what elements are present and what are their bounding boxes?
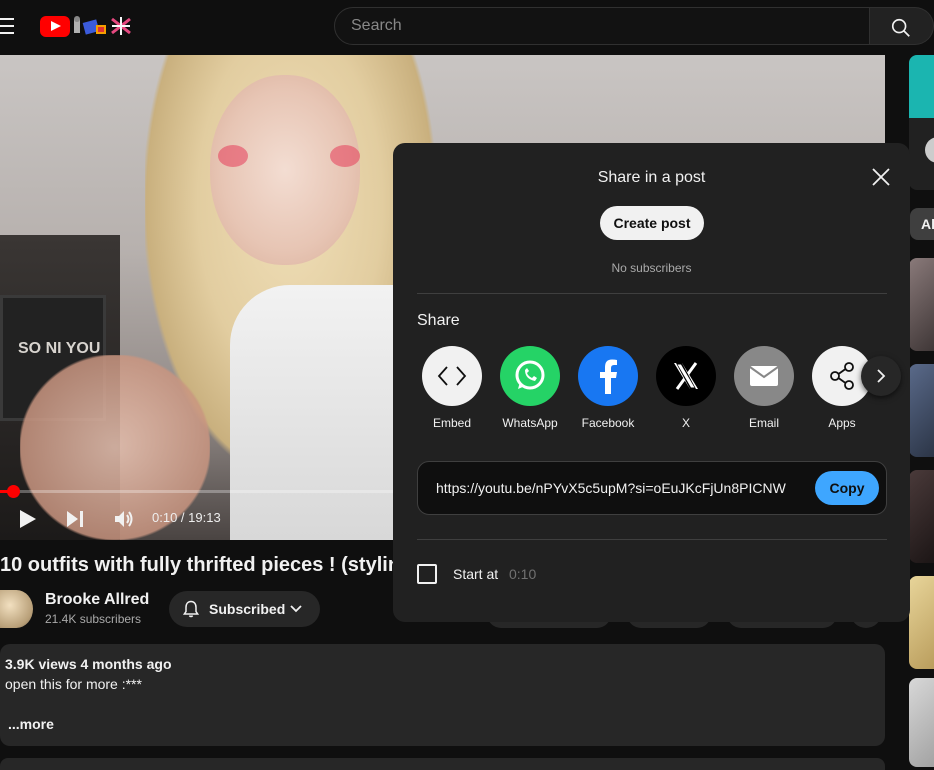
subscribed-button[interactable]: Subscribed <box>169 591 320 627</box>
recommendation-thumbnail[interactable] <box>909 258 934 351</box>
share-target-label: X <box>681 416 690 430</box>
search-input[interactable] <box>351 17 831 35</box>
share-target-label: Email <box>748 416 779 430</box>
start-at-label: Start at <box>453 566 499 582</box>
divider <box>417 293 887 294</box>
view-count-date: 3.9K views 4 months ago <box>5 656 172 672</box>
comments-header <box>0 758 885 770</box>
recommendation-thumbnail[interactable] <box>909 364 934 457</box>
top-bar <box>0 0 934 55</box>
share-target-label: Apps <box>828 416 856 430</box>
chevron-right-icon <box>877 369 886 383</box>
youtube-logo[interactable] <box>40 16 70 37</box>
video-subject-face <box>210 75 360 265</box>
search-button[interactable] <box>870 7 934 45</box>
email-icon <box>734 346 794 406</box>
video-subject-cheek <box>330 145 360 167</box>
recommendation-thumbnail[interactable] <box>909 678 934 767</box>
doodle-icon[interactable] <box>72 15 134 37</box>
volume-icon[interactable] <box>112 507 136 531</box>
share-target-apps[interactable]: Apps <box>811 346 873 430</box>
menu-icon[interactable] <box>0 18 14 36</box>
search-box <box>334 7 870 45</box>
create-post-button[interactable]: Create post <box>600 206 704 240</box>
embed-icon <box>422 346 482 406</box>
video-title: 10 outfits with fully thrifted pieces ! … <box>0 554 400 576</box>
share-target-email[interactable]: Email <box>733 346 795 430</box>
next-targets-button[interactable] <box>861 356 901 396</box>
recommendation-card[interactable] <box>909 55 934 190</box>
share-url-box: https://youtu.be/nPYvX5c5upM?si=oEuJKcFj… <box>417 461 887 515</box>
description-text: open this for more :*** <box>5 676 142 692</box>
thumbnail <box>909 55 934 118</box>
subscribed-label: Subscribed <box>209 601 286 617</box>
share-target-label: Embed <box>432 416 472 430</box>
no-subscribers-text: No subscribers <box>611 261 692 275</box>
play-icon[interactable] <box>18 508 38 530</box>
dialog-title: Share in a post <box>597 169 706 186</box>
share-dialog: Share in a post Create post No subscribe… <box>393 143 910 622</box>
recommendation-thumbnail[interactable] <box>909 470 934 563</box>
channel-name[interactable]: Brooke Allred <box>45 591 149 609</box>
chip-all-label: Al <box>921 216 934 232</box>
next-icon[interactable] <box>65 508 85 530</box>
search-icon <box>891 18 910 37</box>
chevron-down-icon <box>290 605 302 613</box>
facebook-icon <box>578 346 638 406</box>
description-box[interactable]: 3.9K views 4 months ago open this for mo… <box>0 644 885 746</box>
share-target-label: WhatsApp <box>502 416 558 430</box>
copy-button[interactable]: Copy <box>815 471 879 505</box>
chip-all[interactable]: Al <box>910 208 934 240</box>
share-target-facebook[interactable]: Facebook <box>577 346 639 430</box>
divider <box>417 539 887 540</box>
share-target-label: Facebook <box>581 416 635 430</box>
recommendation-thumbnail[interactable] <box>909 576 934 669</box>
whatsapp-icon <box>500 346 560 406</box>
start-at-time[interactable]: 0:10 <box>509 566 536 582</box>
frame-text: SO NI YOU <box>18 340 101 357</box>
more-link[interactable]: ...more <box>8 716 54 732</box>
x-icon <box>656 346 716 406</box>
share-target-x[interactable]: X <box>655 346 717 430</box>
share-target-whatsapp[interactable]: WhatsApp <box>499 346 561 430</box>
avatar <box>925 137 934 163</box>
time-display: 0:10 / 19:13 <box>152 510 221 525</box>
bell-icon <box>182 600 200 618</box>
channel-avatar[interactable] <box>0 590 33 628</box>
share-url[interactable]: https://youtu.be/nPYvX5c5upM?si=oEuJKcFj… <box>436 480 786 496</box>
video-subject-cheek <box>218 145 248 167</box>
subscriber-count: 21.4K subscribers <box>45 612 142 626</box>
start-at-checkbox[interactable] <box>417 564 437 584</box>
share-target-embed[interactable]: Embed <box>421 346 483 430</box>
share-section-label: Share <box>417 312 460 329</box>
